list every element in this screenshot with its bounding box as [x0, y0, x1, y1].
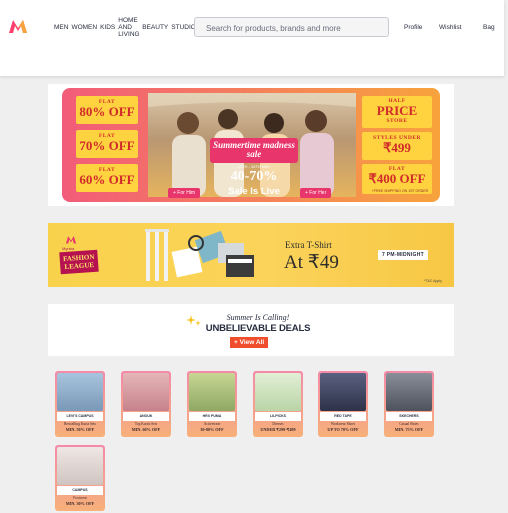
- main-nav: MEN WOMEN KIDS HOME AND LIVING BEAUTY ST…: [54, 14, 199, 40]
- profile-link[interactable]: Profile: [404, 24, 422, 31]
- time-badge: 7 PM-MIDNIGHT: [378, 250, 428, 260]
- fashion-league-banner[interactable]: Myntra FASHION LEAGUE Extra T-Shirt At ₹…: [48, 223, 454, 287]
- nav-kids[interactable]: KIDS: [100, 24, 115, 31]
- deal-card-brand: RED TAPE: [320, 412, 366, 421]
- deal-card-brand: LILPICKS: [255, 412, 301, 421]
- search-box: [194, 17, 389, 38]
- deal-card-brand: CAMPUS: [57, 486, 103, 495]
- deal-card-offer: MIN. 75% OFF: [394, 426, 424, 432]
- deal-card-image: [189, 373, 235, 411]
- deal-card-brand: SKECHERS: [386, 412, 432, 421]
- deal-card-image: [57, 447, 103, 485]
- bag-link[interactable]: Bag: [483, 24, 495, 31]
- deal-card-offer: MIN. 30% OFF: [65, 500, 95, 506]
- deal-card-image: [123, 373, 169, 411]
- nav-women[interactable]: WOMEN: [71, 24, 97, 31]
- apparel-products-image: [171, 230, 254, 278]
- offer-flat-60[interactable]: FLAT 60% OFF: [76, 164, 138, 192]
- offer-flat-80[interactable]: FLAT 80% OFF: [76, 96, 138, 124]
- unbelievable-deals-title: UNBELIEVABLE DEALS: [205, 323, 311, 334]
- deal-card-brand: ANOUK: [123, 412, 169, 421]
- deal-card-offer: MIN. 50% OFF: [65, 426, 95, 432]
- offer-flat-60-big: 60% OFF: [79, 172, 135, 187]
- nav-men[interactable]: MEN: [54, 24, 68, 31]
- for-him-button[interactable]: + For Him: [168, 188, 201, 198]
- myntra-label: Myntra: [62, 246, 75, 251]
- offer-flat-70[interactable]: FLAT 70% OFF: [76, 130, 138, 158]
- deal-card-image: [386, 373, 432, 411]
- deal-card[interactable]: CAMPUS Footwear MIN. 30% OFF: [55, 445, 105, 511]
- deal-card-brand: HRX PUMA: [189, 412, 235, 421]
- site-header: MEN WOMEN KIDS HOME AND LIVING BEAUTY ST…: [0, 0, 504, 76]
- deal-card-brand: LEVI'S CAMPUS: [57, 412, 103, 421]
- myntra-logo[interactable]: [8, 18, 28, 34]
- sale-title: Summertime madness sale: [210, 138, 298, 163]
- sale-live-text: Sale Is Live: [228, 186, 280, 197]
- deal-card[interactable]: ANOUK Top Kurtis Sets MIN. 60% OFF: [121, 371, 171, 437]
- deal-card-offer: UP TO 70% OFF: [327, 426, 359, 432]
- deal-card-offer: 30-80% OFF: [200, 426, 224, 432]
- tshirt-price: At ₹49: [284, 252, 339, 273]
- unbelievable-deals-banner: Summer Is Calling! UNBELIEVABLE DEALS + …: [48, 304, 454, 356]
- sale-discount: 40-70%: [230, 169, 278, 184]
- deal-card[interactable]: RED TAPE Workwear Shoes UP TO 70% OFF: [318, 371, 368, 437]
- search-input[interactable]: [195, 19, 388, 38]
- summer-calling-text: Summer Is Calling!: [226, 313, 290, 322]
- offer-half-price[interactable]: HALF PRICE STORE: [362, 96, 432, 128]
- view-all-button[interactable]: + View All: [230, 337, 269, 348]
- deal-card[interactable]: LILPICKS Dresses UNDER ₹299-₹499: [253, 371, 303, 437]
- nav-beauty[interactable]: BEAUTY: [142, 24, 168, 31]
- offer-flat-70-big: 70% OFF: [79, 138, 135, 153]
- wishlist-link[interactable]: Wishlist: [439, 24, 461, 31]
- deal-card-offer: MIN. 60% OFF: [131, 426, 161, 432]
- offer-flat-80-big: 80% OFF: [79, 104, 135, 119]
- nav-studio[interactable]: STUDIO: [171, 24, 196, 31]
- half-price-tail: STORE: [386, 118, 408, 124]
- flat-400-big: ₹400 OFF: [368, 171, 426, 186]
- half-price-big: PRICE: [376, 103, 418, 118]
- for-her-button[interactable]: + For Her: [300, 188, 332, 198]
- deal-card[interactable]: SKECHERS Casual Shoes MIN. 75% OFF: [384, 371, 434, 437]
- summer-sale-banner[interactable]: FLAT 80% OFF FLAT 70% OFF FLAT 60% OFF S…: [48, 84, 454, 206]
- deal-card-image: [255, 373, 301, 411]
- deal-card[interactable]: HRX PUMA Activewear 30-80% OFF: [187, 371, 237, 437]
- offer-styles-under[interactable]: STYLES UNDER ₹499: [362, 132, 432, 160]
- deal-card-offer: UNDER ₹299-₹499: [260, 426, 296, 432]
- extra-tshirt-text: Extra T-Shirt: [285, 240, 332, 250]
- tnc-note: *T&C Apply: [424, 279, 442, 283]
- styles-under-big: ₹499: [383, 140, 411, 155]
- deal-card-image: [57, 373, 103, 411]
- fashion-league-badge: FASHION LEAGUE: [59, 249, 99, 275]
- free-shipping-note: +FREE SHIPPING ON 1ST ORDER: [371, 189, 429, 193]
- myntra-logo-small: [65, 236, 77, 244]
- deal-card-image: [320, 373, 366, 411]
- nav-home-living[interactable]: HOME AND LIVING: [118, 17, 139, 38]
- deal-card[interactable]: LEVI'S CAMPUS Bestselling Kurta Sets MIN…: [55, 371, 105, 437]
- sale-banner-frame: FLAT 80% OFF FLAT 70% OFF FLAT 60% OFF S…: [62, 88, 440, 202]
